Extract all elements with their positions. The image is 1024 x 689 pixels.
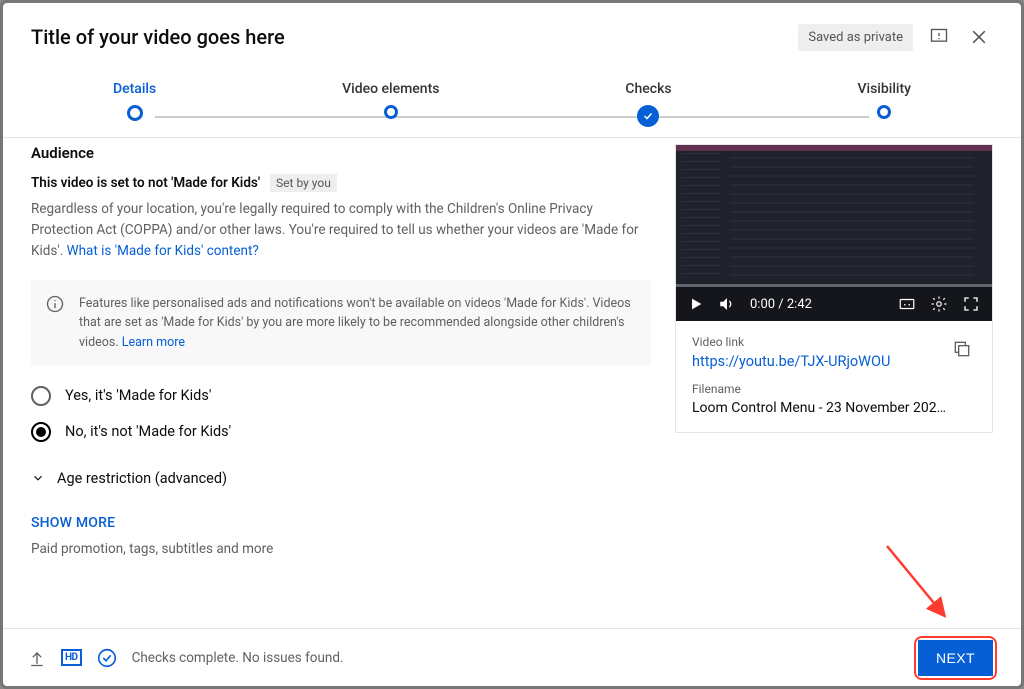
kids-radio-group: Yes, it's 'Made for Kids' No, it's not '…: [31, 386, 651, 442]
step-dot: [877, 105, 891, 119]
video-link-label: Video link: [692, 335, 938, 349]
video-link[interactable]: https://youtu.be/TJX-URjoWOU: [692, 353, 938, 370]
step-dot-active: [127, 105, 143, 121]
time-display: 0:00 / 2:42: [750, 297, 812, 312]
upload-icon[interactable]: [27, 648, 47, 668]
annotation-highlight: NEXT: [914, 636, 997, 680]
filename-label: Filename: [692, 382, 976, 396]
show-more-button[interactable]: SHOW MORE: [31, 515, 651, 531]
details-form: Audience This video is set to not 'Made …: [31, 144, 651, 628]
feedback-icon[interactable]: [925, 23, 953, 51]
hd-icon: HD: [61, 649, 82, 666]
copy-link-icon[interactable]: [948, 335, 976, 363]
learn-more-link[interactable]: Learn more: [122, 335, 185, 350]
settings-icon[interactable]: [930, 295, 948, 313]
stepper-line: [155, 116, 869, 118]
kids-notice: Features like personalised ads and notif…: [31, 280, 651, 366]
set-by-chip: Set by you: [270, 174, 337, 192]
status-badge: Saved as private: [798, 24, 913, 51]
radio-made-for-kids-no[interactable]: No, it's not 'Made for Kids': [31, 422, 651, 442]
filename-value: Loom Control Menu - 23 November 202…: [692, 400, 976, 416]
upload-dialog: Title of your video goes here Saved as p…: [3, 3, 1021, 686]
show-more-hint: Paid promotion, tags, subtitles and more: [31, 541, 651, 557]
volume-icon[interactable]: [718, 295, 736, 313]
step-dot: [384, 105, 398, 119]
next-button[interactable]: NEXT: [918, 640, 993, 676]
step-details[interactable]: Details: [113, 81, 156, 121]
play-icon[interactable]: [688, 296, 704, 312]
dialog-header: Title of your video goes here Saved as p…: [3, 3, 1021, 69]
player-controls: 0:00 / 2:42: [676, 287, 992, 321]
video-title: Title of your video goes here: [31, 25, 786, 49]
info-icon: [45, 294, 65, 314]
fullscreen-icon[interactable]: [962, 295, 980, 313]
audience-description: Regardless of your location, you're lega…: [31, 199, 651, 262]
radio-made-for-kids-yes[interactable]: Yes, it's 'Made for Kids': [31, 386, 651, 406]
preview-panel: 0:00 / 2:42 Video link https://youtu.be/…: [675, 144, 993, 628]
video-thumbnail[interactable]: 0:00 / 2:42: [676, 145, 992, 321]
step-checks[interactable]: Checks: [625, 81, 671, 127]
captions-icon[interactable]: [898, 295, 916, 313]
checks-done-icon: [96, 647, 118, 669]
step-dot-done: [637, 105, 659, 127]
kids-statement: This video is set to not 'Made for Kids': [31, 175, 260, 191]
stepper: Details Video elements Checks Visibility: [3, 69, 1021, 138]
dialog-footer: HD Checks complete. No issues found. NEX…: [3, 628, 1021, 686]
audience-heading: Audience: [31, 144, 651, 162]
dialog-content: Audience This video is set to not 'Made …: [3, 138, 1021, 628]
step-visibility[interactable]: Visibility: [858, 81, 911, 119]
chevron-down-icon: [31, 471, 45, 485]
made-for-kids-help-link[interactable]: What is 'Made for Kids' content?: [67, 243, 259, 259]
radio-indicator: [31, 386, 51, 406]
close-icon[interactable]: [965, 23, 993, 51]
radio-indicator-selected: [31, 422, 51, 442]
preview-card: 0:00 / 2:42 Video link https://youtu.be/…: [675, 144, 993, 433]
age-restriction-expander[interactable]: Age restriction (advanced): [31, 470, 651, 487]
step-video-elements[interactable]: Video elements: [342, 81, 439, 119]
checks-status-text: Checks complete. No issues found.: [132, 650, 344, 666]
